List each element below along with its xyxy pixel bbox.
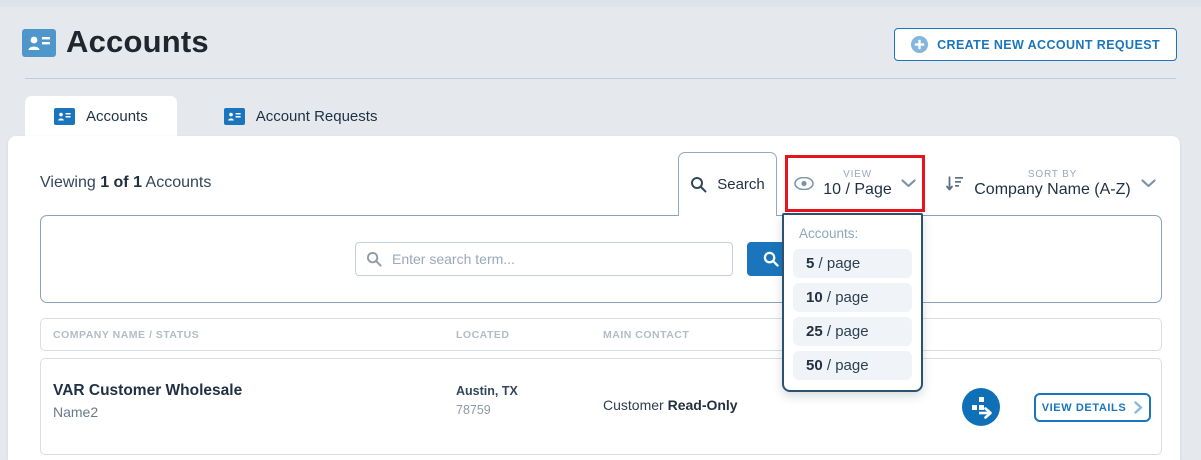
view-details-button[interactable]: VIEW DETAILS xyxy=(1034,393,1151,422)
tab-label: Accounts xyxy=(86,107,148,125)
accounts-page-icon xyxy=(22,29,56,57)
per-page-option-10[interactable]: 10 / page xyxy=(793,283,912,312)
column-header-main-contact: MAIN CONTACT xyxy=(603,329,690,341)
per-page-option-50[interactable]: 50 / page xyxy=(793,351,912,380)
tab-bar: Accounts Account Requests xyxy=(25,96,406,136)
search-tab-label: Search xyxy=(717,176,765,193)
page-title: Accounts xyxy=(66,24,209,59)
sort-control-text: SORT BY Company Name (A-Z) xyxy=(974,169,1130,199)
plus-circle-icon xyxy=(911,36,929,53)
tab-label: Account Requests xyxy=(255,107,378,125)
accounts-panel: Viewing 1 of 1 Accounts Search VIEW 10 /… xyxy=(8,136,1180,460)
chevron-right-icon xyxy=(1134,401,1143,414)
create-new-account-request-button[interactable]: CREATE NEW ACCOUNT REQUEST xyxy=(894,28,1177,61)
company-subname: Name2 xyxy=(53,404,99,420)
search-tab[interactable]: Search xyxy=(678,152,777,216)
main-contact-cell: Customer Read-Only xyxy=(603,397,738,413)
table-row: VAR Customer Wholesale Name2 Austin, TX … xyxy=(40,358,1162,455)
city-state: Austin, TX xyxy=(456,384,518,398)
table-header-row: COMPANY NAME / STATUS LOCATED MAIN CONTA… xyxy=(40,318,1162,351)
eye-icon xyxy=(794,177,815,190)
company-cell: VAR Customer Wholesale Name2 xyxy=(53,382,242,420)
contact-type: Read-Only xyxy=(667,397,738,413)
id-card-icon xyxy=(223,107,245,125)
id-card-icon xyxy=(28,36,50,50)
search-input[interactable] xyxy=(392,251,722,267)
account-hierarchy-action-icon[interactable] xyxy=(962,388,1000,426)
search-icon xyxy=(366,251,382,267)
search-icon xyxy=(691,177,707,193)
column-header-company-status: COMPANY NAME / STATUS xyxy=(53,329,200,341)
view-control-text: VIEW 10 / Page xyxy=(823,169,892,199)
create-button-label: CREATE NEW ACCOUNT REQUEST xyxy=(937,37,1160,52)
column-header-located: LOCATED xyxy=(456,329,510,341)
view-per-page-dropdown[interactable]: VIEW 10 / Page xyxy=(785,155,925,212)
tab-account-requests[interactable]: Account Requests xyxy=(195,96,407,136)
located-cell: Austin, TX 78759 xyxy=(456,384,518,417)
company-name: VAR Customer Wholesale xyxy=(53,382,243,399)
top-strip xyxy=(0,0,1201,7)
dropdown-group-label: Accounts: xyxy=(799,226,859,241)
chevron-down-icon xyxy=(901,179,916,188)
sort-amount-icon xyxy=(946,176,964,191)
search-field-wrap xyxy=(355,242,733,276)
org-chart-arrow-icon xyxy=(972,397,992,419)
header-divider xyxy=(25,78,1176,79)
sort-by-value: Company Name (A-Z) xyxy=(974,180,1131,198)
search-icon xyxy=(763,251,779,267)
per-page-option-25[interactable]: 25 / page xyxy=(793,317,912,346)
tab-accounts[interactable]: Accounts xyxy=(25,96,177,136)
view-details-label: VIEW DETAILS xyxy=(1041,401,1127,414)
per-page-dropdown-menu: Accounts: 5 / page 10 / page 25 / page 5… xyxy=(782,213,923,392)
viewing-count: 1 of 1 xyxy=(100,174,142,191)
view-value: 10 / Page xyxy=(823,180,892,198)
sort-by-label: SORT BY xyxy=(1027,168,1078,180)
view-label: VIEW xyxy=(843,168,872,180)
sort-by-dropdown[interactable]: SORT BY Company Name (A-Z) xyxy=(943,155,1158,212)
zip-code: 78759 xyxy=(456,403,491,417)
id-card-icon xyxy=(54,107,75,125)
chevron-down-icon xyxy=(1141,179,1156,188)
per-page-option-5[interactable]: 5 / page xyxy=(793,249,912,278)
viewing-count-text: Viewing 1 of 1 Accounts xyxy=(40,174,212,191)
